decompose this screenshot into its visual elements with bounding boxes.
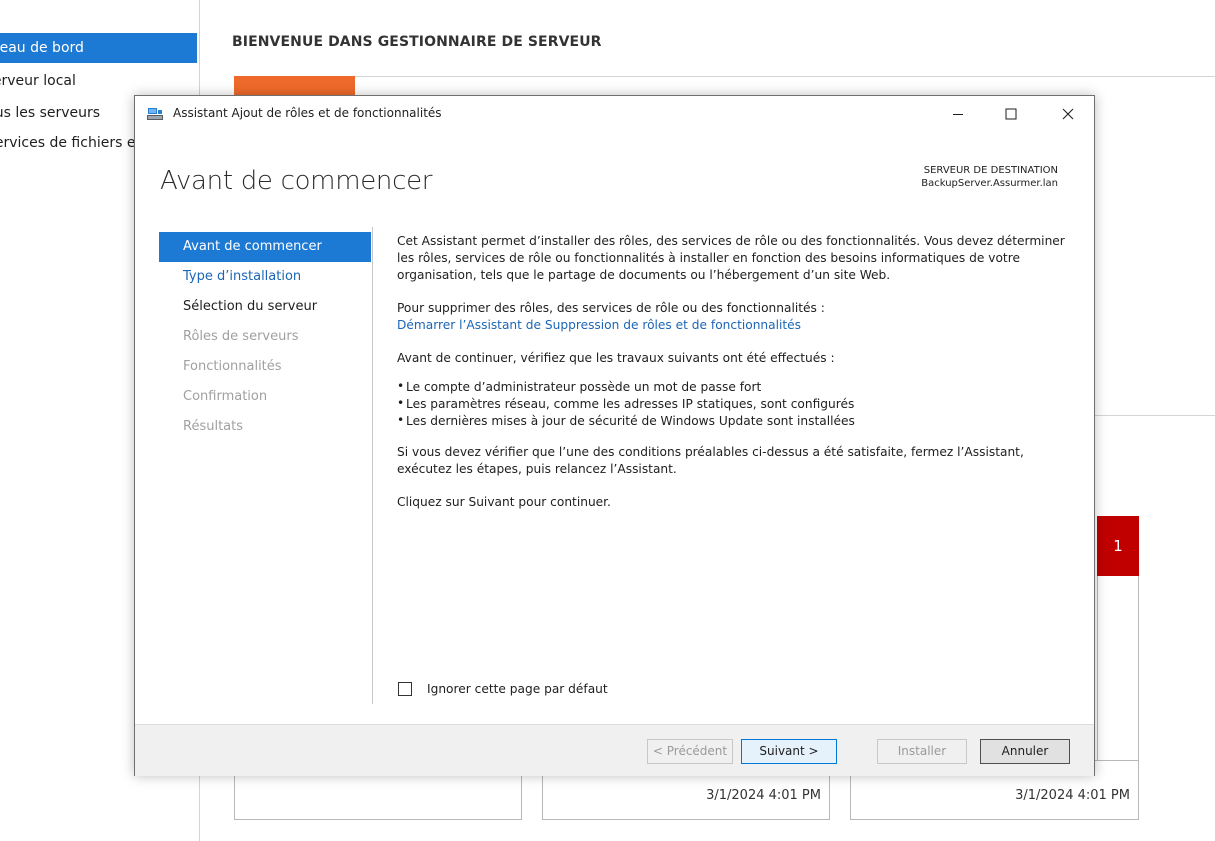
maximize-button[interactable] [988,96,1034,132]
destination-label: SERVEUR DE DESTINATION [923,165,1058,176]
tile-timestamp: 3/1/2024 4:01 PM [706,788,821,803]
sidebar-item-label: Tableau de bord [0,40,84,56]
close-icon [1062,108,1074,120]
sidebar-item-local-server[interactable]: Serveur local [0,66,197,96]
status-badge[interactable]: 1 [1097,516,1139,576]
next-button[interactable]: Suivant > [741,739,837,764]
tile-timestamp: 3/1/2024 4:01 PM [1015,788,1130,803]
step-server-roles: Rôles de serveurs [183,329,299,344]
step-confirmation: Confirmation [183,389,268,404]
step-installation-type[interactable]: Type d’installation [159,262,371,292]
install-button[interactable]: Installer [877,739,967,764]
title-bar[interactable]: Assistant Ajout de rôles et de fonctionn… [135,96,1094,132]
skip-page-label: Ignorer cette page par défaut [427,682,608,696]
divider [372,227,373,704]
wizard-steps-nav: Avant de commencer Type d’installation S… [159,232,371,442]
wizard-heading: Avant de commencer [160,166,433,196]
prereq-intro-text: Avant de continuer, vérifiez que les tra… [397,351,835,365]
sidebar-item-label: Tous les serveurs [0,105,101,121]
skip-page-checkbox[interactable] [398,682,412,696]
minimize-icon [953,114,963,115]
cancel-button[interactable]: Annuler [980,739,1070,764]
minimize-button[interactable] [935,96,981,132]
prereq-list: Le compte d’administrateur possède un mo… [397,378,1069,430]
step-features: Fonctionnalités [183,359,282,374]
destination-server: SERVEUR DE DESTINATION BackupServer.Assu… [921,164,1058,190]
wizard-footer: < Précédent Suivant > Installer Annuler [135,724,1094,776]
list-item: Les dernières mises à jour de sécurité d… [397,412,1069,430]
tile-border [1097,576,1139,776]
close-button[interactable] [1045,96,1091,132]
wizard-content: Cet Assistant permet d’installer des rôl… [397,233,1069,511]
previous-button[interactable]: < Précédent [647,739,733,764]
skip-page-option[interactable]: Ignorer cette page par défaut [398,682,608,696]
destination-server-name: BackupServer.Assurmer.lan [921,178,1058,189]
maximize-icon [1005,108,1017,120]
list-item: Le compte d’administrateur possède un mo… [397,378,1069,396]
step-before-you-begin[interactable]: Avant de commencer [159,232,371,262]
list-item: Les paramètres réseau, comme les adresse… [397,395,1069,413]
continue-text: Cliquez sur Suivant pour continuer. [397,495,611,509]
intro-text: Cet Assistant permet d’installer des rôl… [397,234,1065,282]
remove-roles-text: Pour supprimer des rôles, des services d… [397,301,825,315]
sidebar-item-label: Serveur local [0,73,76,89]
window-title: Assistant Ajout de rôles et de fonctionn… [173,106,442,120]
add-roles-wizard-dialog: Assistant Ajout de rôles et de fonctionn… [134,95,1095,776]
remove-roles-link[interactable]: Démarrer l’Assistant de Suppression de r… [397,318,801,332]
server-wizard-icon [147,108,163,120]
verify-text: Si vous devez vérifier que l’une des con… [397,445,1024,476]
step-server-selection[interactable]: Sélection du serveur [159,292,371,322]
page-title: BIENVENUE DANS GESTIONNAIRE DE SERVEUR [232,34,602,50]
step-results: Résultats [183,419,244,434]
sidebar-item-dashboard[interactable]: Tableau de bord [0,33,197,63]
